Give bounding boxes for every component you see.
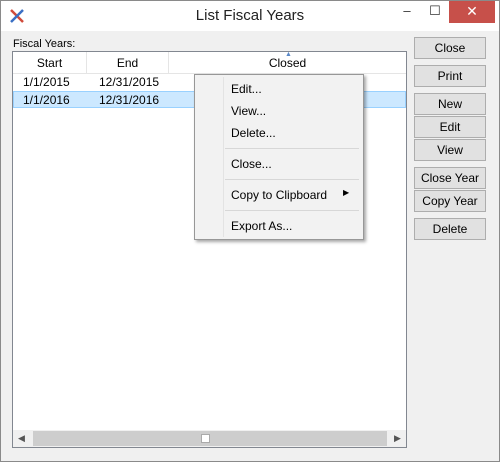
minimize-button[interactable]: –: [393, 1, 421, 23]
title-bar: List Fiscal Years – ☐ ✕: [1, 1, 499, 31]
fiscal-years-label: Fiscal Years:: [13, 38, 76, 50]
context-menu: Edit... View... Delete... Close... Copy …: [194, 74, 364, 240]
edit-button[interactable]: Edit: [414, 116, 486, 138]
cell-end: 12/31/2016: [99, 93, 160, 107]
menu-separator: [225, 179, 359, 180]
column-header-end[interactable]: End: [87, 52, 169, 73]
scroll-right-icon[interactable]: ▶: [389, 430, 406, 447]
menu-item-export-as[interactable]: Export As...: [231, 216, 292, 236]
scrollbar-grip-icon: [201, 434, 210, 443]
cell-start: 1/1/2016: [23, 93, 70, 107]
window-close-button[interactable]: ✕: [449, 1, 495, 23]
menu-item-view[interactable]: View...: [231, 101, 266, 121]
close-button[interactable]: Close: [414, 37, 486, 59]
copy-year-button[interactable]: Copy Year: [414, 190, 486, 212]
menu-item-close[interactable]: Close...: [231, 154, 272, 174]
column-header-start[interactable]: Start: [13, 52, 87, 73]
list-header: Start End Closed ▲: [13, 52, 406, 74]
scroll-left-icon[interactable]: ◀: [13, 430, 30, 447]
menu-separator: [225, 148, 359, 149]
cell-end: 12/31/2015: [99, 75, 160, 89]
menu-separator: [225, 210, 359, 211]
menu-gutter: [223, 77, 224, 237]
print-button[interactable]: Print: [414, 65, 486, 87]
submenu-arrow-icon: ▶: [343, 188, 350, 197]
close-year-button[interactable]: Close Year: [414, 167, 486, 189]
maximize-button[interactable]: ☐: [421, 1, 449, 23]
menu-item-copy-to-clipboard[interactable]: Copy to Clipboard: [231, 185, 327, 205]
cell-start: 1/1/2015: [23, 75, 70, 89]
view-button[interactable]: View: [414, 139, 486, 161]
list-fiscal-years-window: List Fiscal Years – ☐ ✕ Fiscal Years: St…: [0, 0, 500, 462]
scrollbar-thumb[interactable]: [33, 431, 387, 446]
menu-item-delete[interactable]: Delete...: [231, 123, 276, 143]
menu-item-edit[interactable]: Edit...: [231, 79, 262, 99]
horizontal-scrollbar[interactable]: ◀ ▶: [13, 430, 406, 447]
new-button[interactable]: New: [414, 93, 486, 115]
delete-button[interactable]: Delete: [414, 218, 486, 240]
sort-ascending-icon: ▲: [285, 51, 292, 58]
